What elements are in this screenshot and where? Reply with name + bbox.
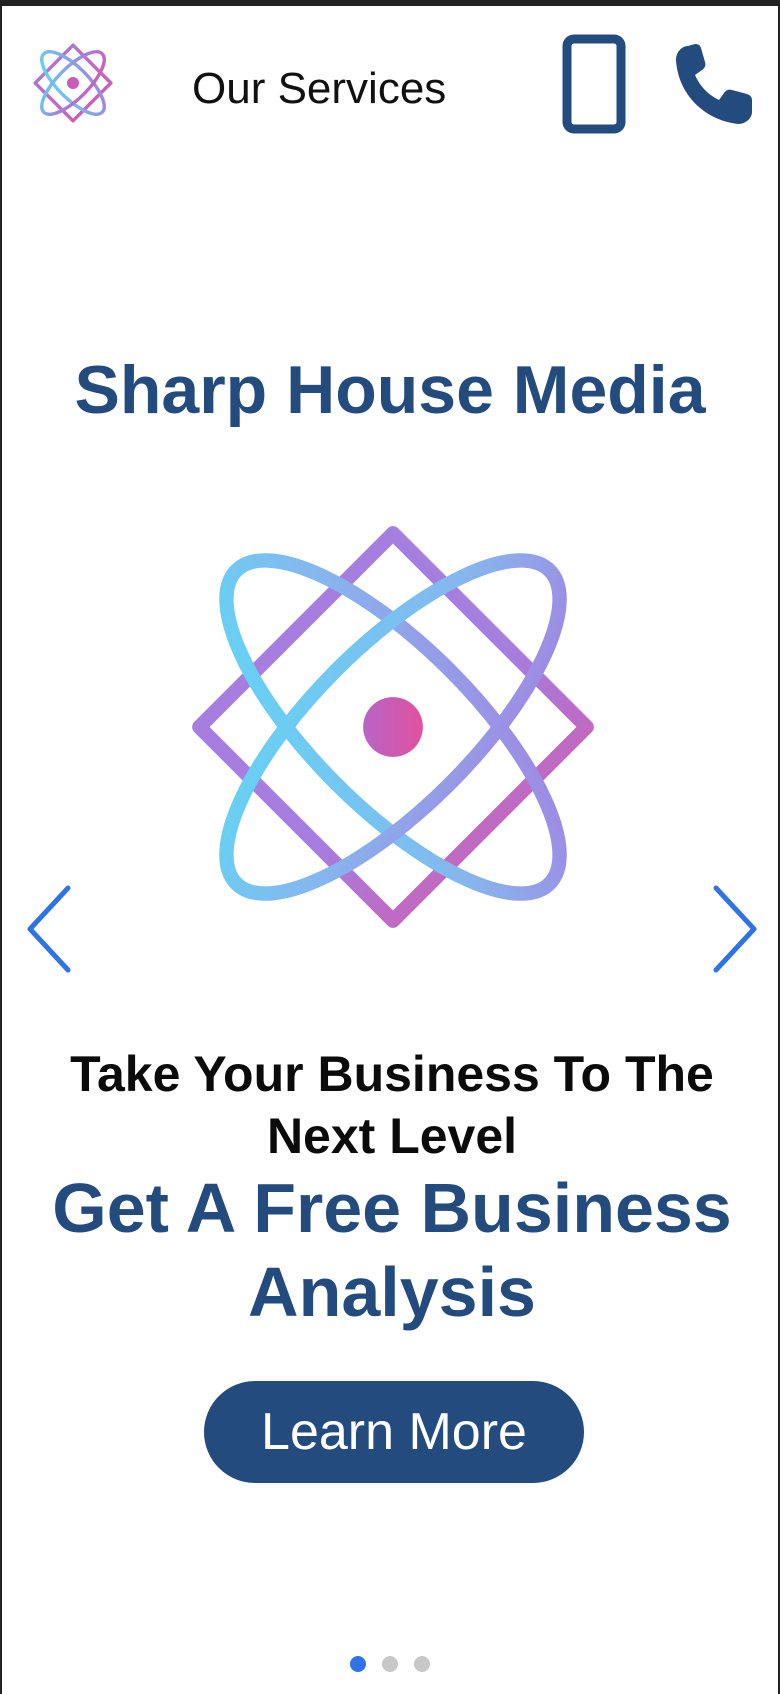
nav-title[interactable]: Our Services xyxy=(192,64,446,114)
atom-logo-icon[interactable] xyxy=(30,40,116,126)
carousel-slide: Sharp House Media Take Your Business To … xyxy=(2,156,778,1672)
carousel-dot-3[interactable] xyxy=(414,1656,430,1672)
carousel-indicators xyxy=(2,1656,778,1672)
atom-logo-icon xyxy=(192,526,594,928)
carousel-dot-2[interactable] xyxy=(382,1656,398,1672)
phone-icon[interactable] xyxy=(674,42,754,126)
chevron-right-icon[interactable] xyxy=(708,884,760,974)
offer-heading: Get A Free Business Analysis xyxy=(52,1169,732,1331)
page: Our Services Sharp House Media Take Your… xyxy=(0,0,780,1694)
carousel-dot-1[interactable] xyxy=(350,1656,366,1672)
smartphone-icon[interactable] xyxy=(562,34,626,134)
learn-more-button[interactable]: Learn More xyxy=(204,1381,584,1483)
company-name-heading: Sharp House Media xyxy=(74,352,706,428)
tagline-heading: Take Your Business To The Next Level xyxy=(70,1046,714,1164)
top-header: Our Services xyxy=(2,6,778,156)
chevron-left-icon[interactable] xyxy=(24,884,76,974)
